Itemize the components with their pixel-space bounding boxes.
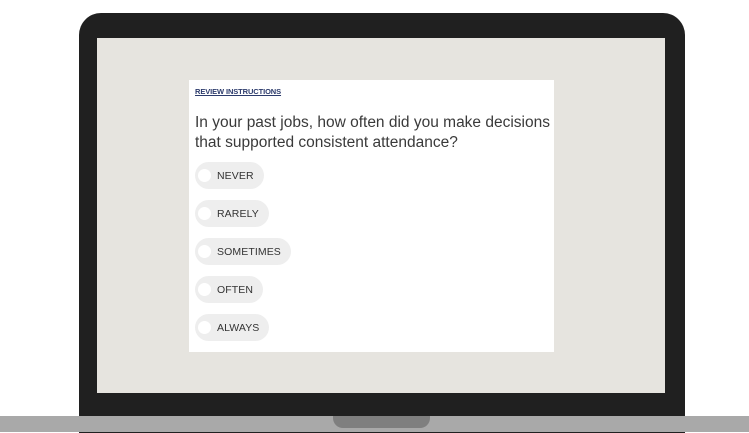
option-label: RARELY: [217, 207, 259, 220]
option-rarely[interactable]: RARELY: [195, 200, 269, 227]
radio-button-icon[interactable]: [198, 207, 211, 220]
option-never[interactable]: NEVER: [195, 162, 264, 189]
radio-button-icon[interactable]: [198, 169, 211, 182]
option-often[interactable]: OFTEN: [195, 276, 264, 303]
laptop-screen: REVIEW INSTRUCTIONS In your past jobs, h…: [97, 38, 665, 393]
option-always[interactable]: ALWAYS: [195, 314, 270, 341]
radio-button-icon[interactable]: [198, 283, 211, 296]
question-card: REVIEW INSTRUCTIONS In your past jobs, h…: [189, 80, 554, 352]
radio-button-icon[interactable]: [198, 321, 211, 334]
option-label: OFTEN: [217, 283, 254, 296]
review-instructions-link[interactable]: REVIEW INSTRUCTIONS: [195, 87, 281, 96]
laptop-base-notch: [333, 416, 430, 428]
option-label: NEVER: [217, 169, 254, 182]
radio-button-icon[interactable]: [198, 245, 211, 258]
option-label: SOMETIMES: [217, 245, 281, 258]
answer-options: NEVER RARELY SOMETIMES OFTEN ALWAYS: [195, 162, 291, 352]
option-sometimes[interactable]: SOMETIMES: [195, 238, 291, 265]
question-text: In your past jobs, how often did you mak…: [195, 114, 550, 151]
option-label: ALWAYS: [217, 321, 260, 334]
